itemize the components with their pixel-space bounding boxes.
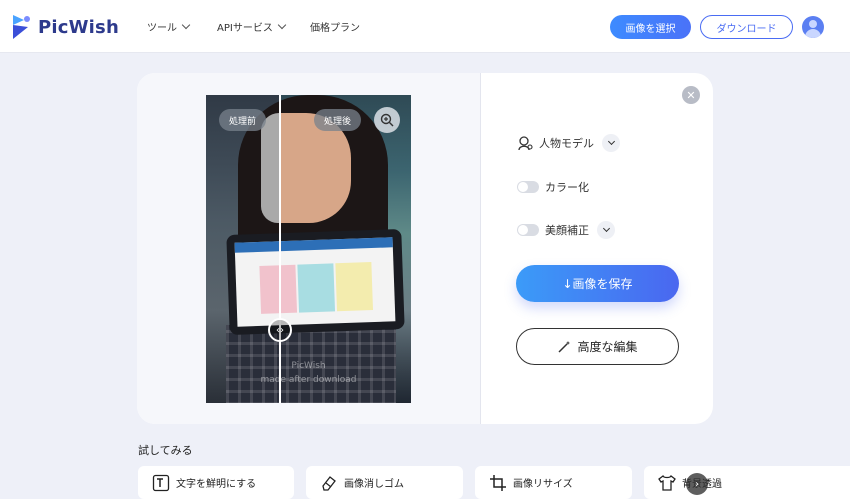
tablet xyxy=(226,228,405,336)
top-header: PicWish ツール APIサービス 価格プラン 画像を選択 ダウンロード xyxy=(0,0,850,53)
nav-tools[interactable]: ツール xyxy=(147,19,191,34)
chevron-down-icon xyxy=(277,20,287,30)
magic-wand-icon xyxy=(558,340,571,353)
subject-face-before xyxy=(261,113,279,223)
chevron-down-icon xyxy=(181,20,191,30)
colorize-toggle[interactable] xyxy=(517,181,539,193)
compare-handle[interactable]: ‹› xyxy=(268,318,292,342)
tool-label: 画像リサイズ xyxy=(513,479,573,490)
compare-divider[interactable] xyxy=(279,95,281,403)
beauty-option[interactable]: 美顔補正 xyxy=(517,221,615,239)
chevron-down-icon[interactable] xyxy=(602,134,620,152)
tool-label: 画像消しゴム xyxy=(344,479,404,490)
beauty-label: 美顔補正 xyxy=(545,224,589,237)
logo-text: PicWish xyxy=(38,16,119,38)
zoom-in-icon[interactable] xyxy=(374,107,400,133)
shirt-icon xyxy=(658,474,676,492)
nav-tools-label: ツール xyxy=(147,23,177,34)
scroll-right-icon[interactable]: › xyxy=(686,473,708,495)
nav-pricing[interactable]: 価格プラン xyxy=(310,19,360,34)
model-selector[interactable]: 人物モデル xyxy=(517,134,620,152)
text-enhance-icon xyxy=(152,474,170,492)
tool-label: 文字を鮮明にする xyxy=(176,479,257,490)
avatar[interactable] xyxy=(802,16,824,38)
nav-api[interactable]: APIサービス xyxy=(217,19,287,34)
download-button[interactable]: ダウンロード xyxy=(700,15,793,39)
editor-card: ‹› 処理前 処理後 PicWish made after download ✕ xyxy=(137,73,713,424)
advanced-edit-label: 高度な編集 xyxy=(577,340,638,354)
watermark: PicWish made after download xyxy=(260,361,357,385)
preview-panel: ‹› 処理前 処理後 PicWish made after download xyxy=(137,73,481,424)
beauty-toggle[interactable] xyxy=(517,224,539,236)
colorize-option[interactable]: カラー化 xyxy=(517,179,589,195)
tool-resize[interactable]: 画像リサイズ xyxy=(475,466,632,499)
crop-icon xyxy=(489,474,507,492)
model-label: 人物モデル xyxy=(539,137,594,150)
logo[interactable]: PicWish xyxy=(10,13,119,41)
before-label: 処理前 xyxy=(219,109,267,131)
chevron-down-icon[interactable] xyxy=(597,221,615,239)
after-label: 処理後 xyxy=(314,109,362,131)
try-title: 試してみる xyxy=(138,444,193,457)
close-icon[interactable]: ✕ xyxy=(682,86,700,104)
colorize-label: カラー化 xyxy=(545,181,589,194)
picwish-logo-icon xyxy=(13,15,30,39)
person-model-icon xyxy=(518,136,533,151)
tool-eraser[interactable]: 画像消しゴム xyxy=(306,466,463,499)
preview-image: ‹› 処理前 処理後 PicWish made after download xyxy=(206,95,411,403)
nav-pricing-label: 価格プラン xyxy=(310,23,360,34)
advanced-edit-button[interactable]: 高度な編集 xyxy=(516,328,679,365)
tool-text-enhance[interactable]: 文字を鮮明にする xyxy=(138,466,294,499)
tool-transparent[interactable]: 背景透過 xyxy=(644,466,850,499)
nav-api-label: APIサービス xyxy=(217,23,273,34)
save-image-button[interactable]: ↓画像を保存 xyxy=(516,265,679,302)
eraser-icon xyxy=(320,474,338,492)
select-image-button[interactable]: 画像を選択 xyxy=(610,15,691,39)
